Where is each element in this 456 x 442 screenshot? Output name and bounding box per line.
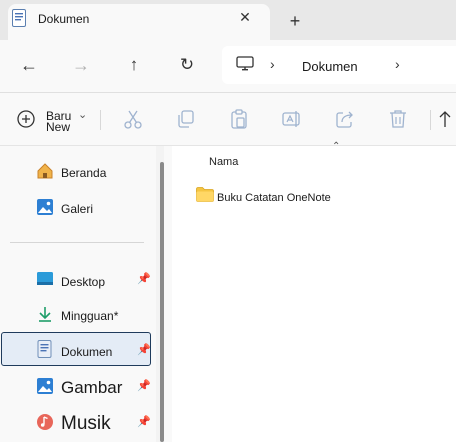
column-header-name[interactable]: Nama — [209, 156, 238, 168]
new-button-label: Baru New — [46, 110, 71, 134]
download-icon — [39, 307, 51, 322]
delete-icon[interactable] — [387, 108, 409, 130]
close-icon[interactable]: ✕ — [234, 6, 256, 28]
sidebar-item-label: Musik — [61, 413, 111, 434]
pin-icon[interactable]: 📌 — [137, 343, 151, 356]
back-button[interactable]: ← — [14, 50, 44, 80]
sidebar-scrollbar-thumb[interactable] — [160, 162, 164, 442]
share-icon[interactable] — [334, 108, 356, 130]
forward-button[interactable]: → — [66, 50, 96, 80]
breadcrumb-dokumen[interactable]: Dokumen — [302, 59, 358, 74]
sidebar-item-label: Galeri — [61, 202, 94, 216]
paste-icon[interactable] — [228, 108, 250, 130]
tab-title: Dokumen — [38, 12, 90, 26]
refresh-button[interactable]: ↻ — [172, 50, 202, 80]
desktop-icon — [37, 272, 53, 285]
breadcrumb-chevron-icon[interactable]: › — [270, 56, 275, 72]
document-icon — [12, 9, 26, 27]
folder-icon — [196, 187, 214, 202]
new-tab-button[interactable]: + — [284, 10, 306, 32]
new-label-line2: New — [46, 120, 71, 134]
computer-icon — [236, 56, 254, 71]
toolbar-divider — [430, 110, 431, 130]
pin-icon[interactable]: 📌 — [137, 272, 151, 285]
gallery-icon — [37, 199, 53, 215]
sidebar-item-label: Desktop — [61, 275, 106, 289]
sidebar-item-label: Gambar — [61, 378, 123, 397]
up-button[interactable]: ↑ — [119, 50, 149, 80]
home-icon — [37, 163, 53, 179]
sidebar-item-label: Dokumen — [61, 345, 113, 359]
file-name: Buku Catatan OneNote — [217, 192, 331, 204]
chevron-down-icon[interactable]: ⌄ — [78, 108, 87, 121]
sort-ascending-icon: ⌃ — [332, 141, 341, 152]
music-icon — [37, 414, 53, 430]
plus-circle-icon — [17, 110, 35, 128]
pin-icon[interactable]: 📌 — [137, 379, 151, 392]
sort-icon[interactable] — [438, 108, 456, 130]
sidebar-item-label: Mingguan* — [61, 309, 119, 323]
toolbar-divider — [100, 110, 101, 130]
cut-icon[interactable] — [122, 108, 144, 130]
document-icon — [37, 340, 52, 358]
pin-icon[interactable]: 📌 — [137, 415, 151, 428]
sidebar-item-label: Beranda — [61, 166, 107, 180]
breadcrumb-chevron-icon[interactable]: › — [395, 56, 400, 72]
sidebar-divider — [10, 242, 144, 243]
rename-icon[interactable] — [281, 108, 303, 130]
pictures-icon — [37, 378, 53, 394]
copy-icon[interactable] — [175, 108, 197, 130]
